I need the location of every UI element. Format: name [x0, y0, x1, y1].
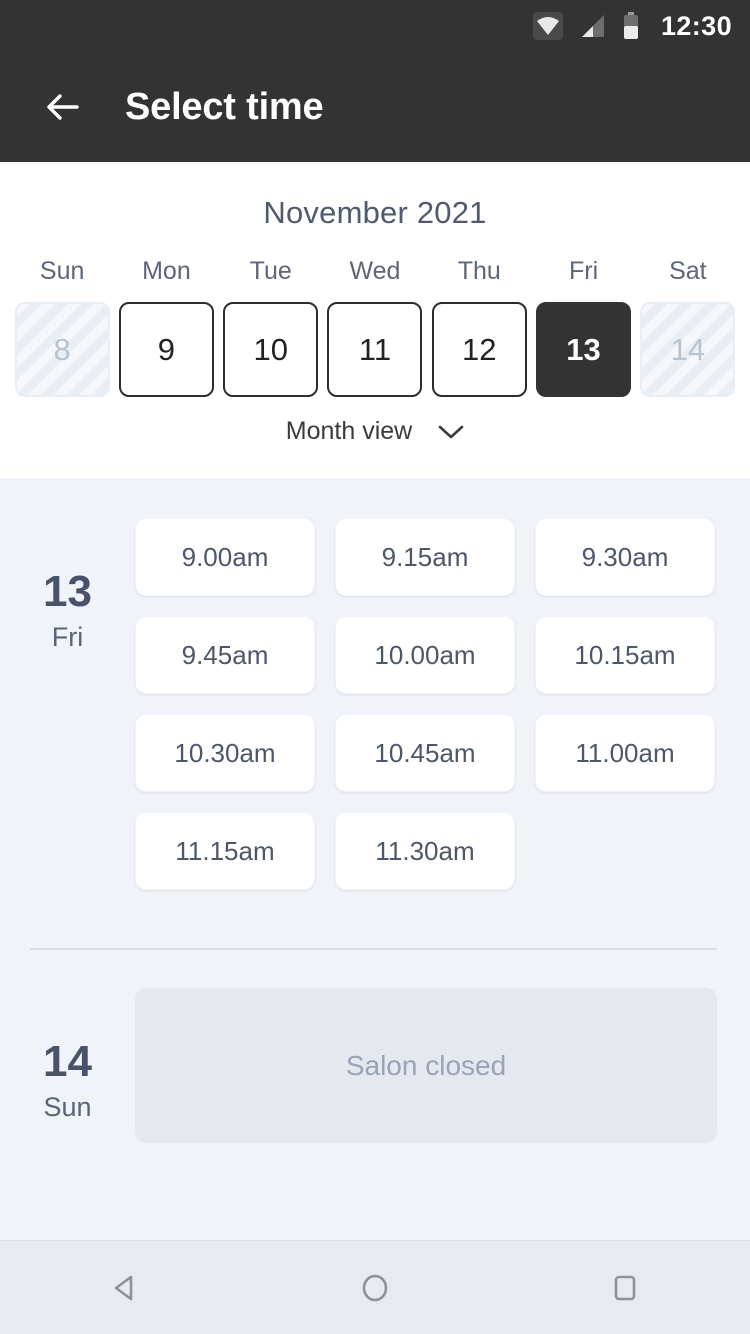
time-slot[interactable]: 11.30am	[335, 812, 515, 890]
time-slot[interactable]: 10.30am	[135, 714, 315, 792]
day-cell-slot: 9	[114, 302, 218, 397]
time-slot[interactable]: 9.45am	[135, 616, 315, 694]
day-cell-slot: 10	[219, 302, 323, 397]
time-slot[interactable]: 11.15am	[135, 812, 315, 890]
day-cell-9[interactable]: 9	[118, 302, 214, 397]
app-bar: Select time	[0, 52, 750, 162]
month-view-label: Month view	[285, 417, 413, 445]
time-slot[interactable]: 10.15am	[535, 616, 715, 694]
status-icon-group: 12:30	[532, 10, 732, 42]
weekday-label: Mon	[142, 257, 191, 285]
day-cell-slot: 11	[323, 302, 427, 397]
salon-closed-banner: Salon closed	[135, 988, 717, 1143]
day-cell-13-selected[interactable]: 13	[536, 302, 632, 397]
time-slot[interactable]: 10.45am	[335, 714, 515, 792]
nav-recents-button[interactable]	[580, 1253, 670, 1323]
weekday-label: Wed	[349, 257, 401, 285]
android-nav-bar	[0, 1240, 750, 1334]
day-cell-12[interactable]: 12	[431, 302, 527, 397]
day-strip: 8 9 10 11 12 13 14	[0, 302, 750, 397]
recents-square-icon	[614, 1275, 636, 1300]
weekday-label: Sun	[39, 257, 85, 285]
month-view-toggle[interactable]: Month view	[0, 417, 750, 446]
phone-screen: 12:30 Select time November 2021 Sun Mon …	[0, 0, 750, 1334]
schedule-day-13: 13 Fri 9.00am 9.15am 9.30am 9.45am 10.00…	[0, 478, 750, 890]
day-cell-slot: 13	[531, 302, 635, 397]
back-triangle-icon	[114, 1275, 133, 1300]
day-cell-8: 8	[14, 302, 110, 397]
chevron-down-icon	[438, 425, 464, 438]
day-gutter: 13 Fri	[0, 518, 135, 890]
weekday-label: Tue	[249, 257, 292, 285]
weekday-header-row: Sun Mon Tue Wed Thu Fri Sat	[0, 257, 750, 286]
time-slot[interactable]: 11.00am	[535, 714, 715, 792]
signal-icon	[581, 15, 604, 37]
time-slot[interactable]: 9.30am	[535, 518, 715, 596]
day-gutter: 14 Sun	[0, 988, 135, 1143]
wifi-icon	[532, 12, 563, 40]
gutter-day-of-week: Sun	[43, 1092, 92, 1122]
day-cell-14: 14	[640, 302, 736, 397]
calendar-panel: November 2021 Sun Mon Tue Wed Thu Fri Sa…	[0, 162, 750, 478]
time-slot[interactable]: 9.15am	[335, 518, 515, 596]
weekday-label: Thu	[457, 257, 501, 285]
month-title: November 2021	[263, 195, 487, 230]
gutter-date-number: 14	[43, 1037, 92, 1086]
day-cell-slot: 12	[427, 302, 531, 397]
gutter-date-number: 13	[43, 567, 92, 616]
status-bar-clock: 12:30	[660, 10, 732, 41]
time-slot[interactable]: 9.00am	[135, 518, 315, 596]
day-cell-11[interactable]: 11	[327, 302, 423, 397]
gutter-day-of-week: Fri	[51, 622, 84, 652]
weekday-label: Sat	[669, 257, 707, 285]
day-cell-slot: 8	[10, 302, 114, 397]
home-circle-icon	[362, 1274, 388, 1301]
nav-back-button[interactable]	[80, 1253, 170, 1323]
page-title: Select time	[125, 85, 324, 128]
day-cell-slot: 14	[636, 302, 740, 397]
nav-home-button[interactable]	[330, 1253, 420, 1323]
arrow-left-icon	[47, 94, 79, 120]
time-slot-grid: 9.00am 9.15am 9.30am 9.45am 10.00am 10.1…	[135, 518, 750, 890]
schedule-day-14: 14 Sun Salon closed	[0, 950, 750, 1143]
day-cell-10[interactable]: 10	[223, 302, 319, 397]
back-button[interactable]	[25, 70, 99, 144]
status-bar: 12:30	[0, 0, 750, 52]
weekday-label: Fri	[568, 257, 599, 285]
battery-icon	[623, 12, 638, 39]
schedule-list: 13 Fri 9.00am 9.15am 9.30am 9.45am 10.00…	[0, 478, 750, 1240]
time-slot[interactable]: 10.00am	[335, 616, 515, 694]
